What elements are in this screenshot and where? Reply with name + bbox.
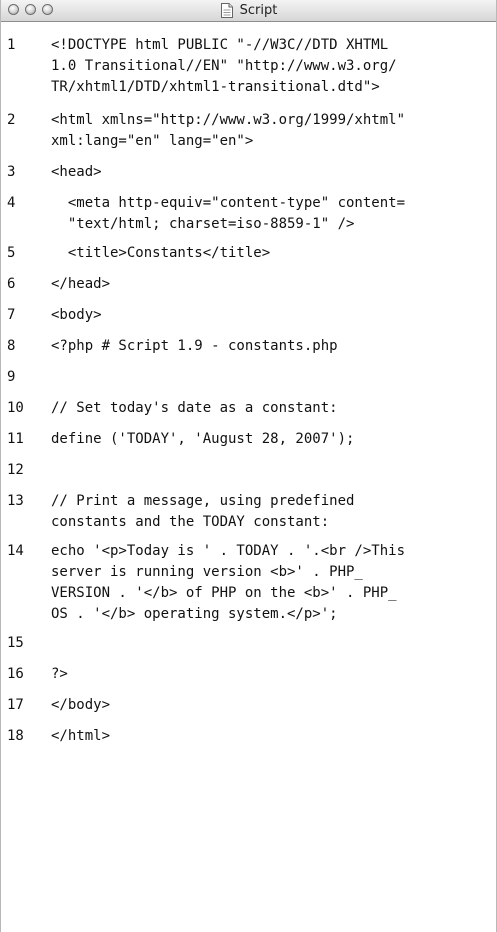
code-text: <?php # Script 1.9 - constants.php — [51, 338, 338, 354]
line-number: 10 — [7, 400, 24, 416]
window-title-group: Script — [1, 0, 496, 21]
line-number: 6 — [7, 276, 16, 292]
line-number: 13 — [7, 493, 24, 509]
code-text: ?> — [51, 666, 68, 682]
window-title: Script — [239, 3, 278, 18]
code-text: </head> — [51, 276, 111, 292]
line-number: 15 — [7, 635, 24, 651]
line-number: 17 — [7, 697, 24, 713]
code-text: </body> — [51, 697, 111, 713]
line-number: 11 — [7, 431, 24, 447]
code-text: <!DOCTYPE html PUBLIC "-//W3C//DTD XHTML… — [51, 37, 397, 95]
line-number: 16 — [7, 666, 24, 682]
code-listing: 1 <!DOCTYPE html PUBLIC "-//W3C//DTD XHTM… — [1, 22, 496, 932]
line-number: 9 — [7, 369, 16, 385]
code-text: </html> — [51, 728, 111, 744]
line-number: 12 — [7, 462, 24, 478]
title-bar[interactable]: Script — [1, 0, 496, 22]
code-text: // Print a message, using predefined con… — [51, 493, 355, 530]
code-text: <head> — [51, 164, 102, 180]
line-number: 1 — [7, 37, 16, 53]
code-text: echo '<p>Today is ' . TODAY . '.<br />Th… — [51, 543, 406, 622]
line-number: 4 — [7, 195, 16, 211]
line-number: 18 — [7, 728, 24, 744]
line-number: 8 — [7, 338, 16, 354]
code-text: <body> — [51, 307, 102, 323]
line-number: 14 — [7, 543, 24, 559]
document-icon — [220, 3, 233, 18]
code-text: <html xmlns="http://www.w3.org/1999/xhtm… — [51, 112, 406, 149]
code-text: <title>Constants</title> — [51, 245, 271, 261]
line-number: 7 — [7, 307, 16, 323]
script-window: Script 1 <!DOCTYPE html PUBLIC "-//W3C//D… — [0, 0, 497, 932]
code-text: // Set today's date as a constant: — [51, 400, 338, 416]
code-text: define ('TODAY', 'August 28, 2007'); — [51, 431, 355, 447]
line-number: 3 — [7, 164, 16, 180]
line-number: 2 — [7, 112, 16, 128]
line-number: 5 — [7, 245, 16, 261]
code-text: <meta http-equiv="content-type" content=… — [67, 195, 406, 232]
